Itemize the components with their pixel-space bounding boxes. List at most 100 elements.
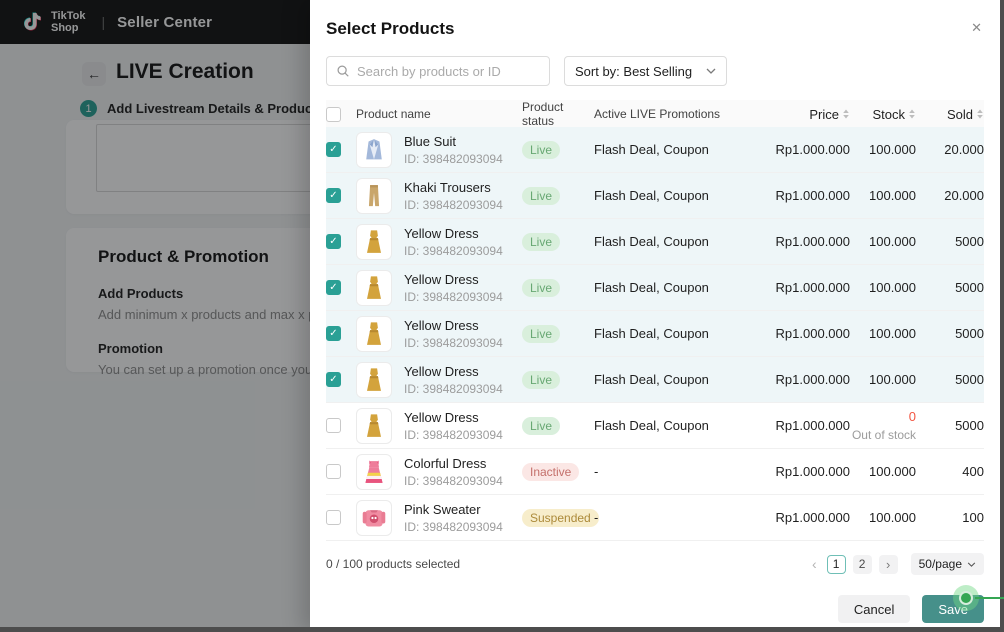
page-size-select[interactable]: 50/page [910,553,984,575]
sold-value: 5000 [955,280,984,295]
promotions-value: Flash Deal, Coupon [594,326,709,341]
promotions-value: Flash Deal, Coupon [594,372,709,387]
product-id: ID: 398482093094 [404,335,503,350]
sort-label: Sort by: Best Selling [575,63,693,79]
product-name: Yellow Dress [404,317,479,333]
price-value: Rp1.000.000 [775,188,850,203]
stock-value: 100.000 [869,234,916,249]
table-row[interactable]: Blue Suit ID: 398482093094 Live Flash De… [326,127,984,173]
page-button-2[interactable]: 2 [852,554,872,574]
promotions-value: Flash Deal, Coupon [594,142,709,157]
sold-value: 5000 [955,326,984,341]
price-value: Rp1.000.000 [775,326,850,341]
selected-count: 0 / 100 products selected [326,557,461,571]
annotation-marker-line [975,597,1004,599]
price-value: Rp1.000.000 [775,234,850,249]
product-name: Colorful Dress [404,455,487,471]
col-product-name: Product name [356,107,431,121]
stock-value: 100.000 [869,510,916,525]
table-row[interactable]: Yellow Dress ID: 398482093094 Live Flash… [326,357,984,403]
col-promotions: Active LIVE Promotions [594,107,721,121]
row-checkbox[interactable] [326,280,341,295]
product-image [356,499,392,536]
price-value: Rp1.000.000 [775,418,850,433]
sort-icon [909,109,915,119]
product-id: ID: 398482093094 [404,381,503,396]
product-image [356,453,392,490]
row-checkbox[interactable] [326,234,341,249]
sort-icon [843,109,849,119]
product-image [356,131,392,168]
product-name: Yellow Dress [404,363,479,379]
status-badge: Suspended [522,508,599,527]
search-box[interactable] [326,56,550,86]
stock-value: 100.000 [869,464,916,479]
table-row[interactable]: Khaki Trousers ID: 398482093094 Live Fla… [326,173,984,219]
col-product-status: Product status [522,100,564,128]
row-checkbox[interactable] [326,418,341,433]
select-all-checkbox[interactable] [326,106,341,122]
product-id: ID: 398482093094 [404,243,503,258]
table-row[interactable]: Yellow Dress ID: 398482093094 Live Flash… [326,265,984,311]
pagination: ‹ 1 2 › 50/page [809,553,984,575]
product-image [356,315,392,352]
table-row[interactable]: Yellow Dress ID: 398482093094 Live Flash… [326,311,984,357]
modal-controls: Sort by: Best Selling [326,56,984,86]
sold-value: 5000 [955,418,984,433]
promotions-value: - [594,464,599,479]
table-footer: 0 / 100 products selected ‹ 1 2 › 50/pag… [326,553,984,575]
product-name: Yellow Dress [404,225,479,241]
stock-value: 100.000 [869,188,916,203]
modal-actions: Cancel Save [326,595,984,623]
status-badge: Live [522,186,561,205]
product-image [356,223,392,260]
col-stock[interactable]: Stock [850,107,916,122]
chevron-down-icon [967,561,976,567]
promotions-value: Flash Deal, Coupon [594,234,709,249]
price-value: Rp1.000.000 [775,142,850,157]
row-checkbox[interactable] [326,464,341,479]
status-badge: Live [522,140,561,159]
col-price[interactable]: Price [762,107,850,122]
close-icon[interactable]: ✕ [971,21,982,34]
annotation-marker-dot [959,591,973,605]
stock-value: 100.000 [869,142,916,157]
status-badge: Live [522,416,561,435]
modal-title: Select Products [326,19,455,38]
sort-icon [977,109,983,119]
row-checkbox[interactable] [326,142,341,157]
row-checkbox[interactable] [326,188,341,203]
table-row[interactable]: Pink Sweater ID: 398482093094 Suspended … [326,495,984,541]
next-page-icon[interactable]: › [878,554,898,574]
product-name: Pink Sweater [404,501,481,517]
sort-dropdown[interactable]: Sort by: Best Selling [564,56,727,86]
product-id: ID: 398482093094 [404,197,503,212]
window-frame-right [1000,0,1004,632]
row-checkbox[interactable] [326,510,341,525]
status-badge: Inactive [522,462,580,481]
col-sold[interactable]: Sold [916,107,984,122]
product-name: Blue Suit [404,133,457,149]
search-input[interactable] [357,63,540,79]
price-value: Rp1.000.000 [775,464,850,479]
promotions-value: - [594,510,599,525]
stock-note: Out of stock [851,428,916,442]
product-image [356,269,392,306]
prev-page-icon[interactable]: ‹ [809,556,820,572]
promotions-value: Flash Deal, Coupon [594,188,709,203]
product-id: ID: 398482093094 [404,289,503,304]
row-checkbox[interactable] [326,326,341,341]
product-id: ID: 398482093094 [404,427,503,442]
cancel-button[interactable]: Cancel [837,595,911,623]
product-id: ID: 398482093094 [404,473,503,488]
product-name: Yellow Dress [404,409,479,425]
window-frame-bottom [0,627,1004,632]
table-row[interactable]: Colorful Dress ID: 398482093094 Inactive… [326,449,984,495]
screen: TikTok Shop | Seller Center ← LIVE Creat… [0,0,1004,632]
product-id: ID: 398482093094 [404,151,503,166]
table-row[interactable]: Yellow Dress ID: 398482093094 Live Flash… [326,403,984,449]
row-checkbox[interactable] [326,372,341,387]
product-image [356,407,392,444]
page-button-1[interactable]: 1 [826,554,846,574]
table-row[interactable]: Yellow Dress ID: 398482093094 Live Flash… [326,219,984,265]
